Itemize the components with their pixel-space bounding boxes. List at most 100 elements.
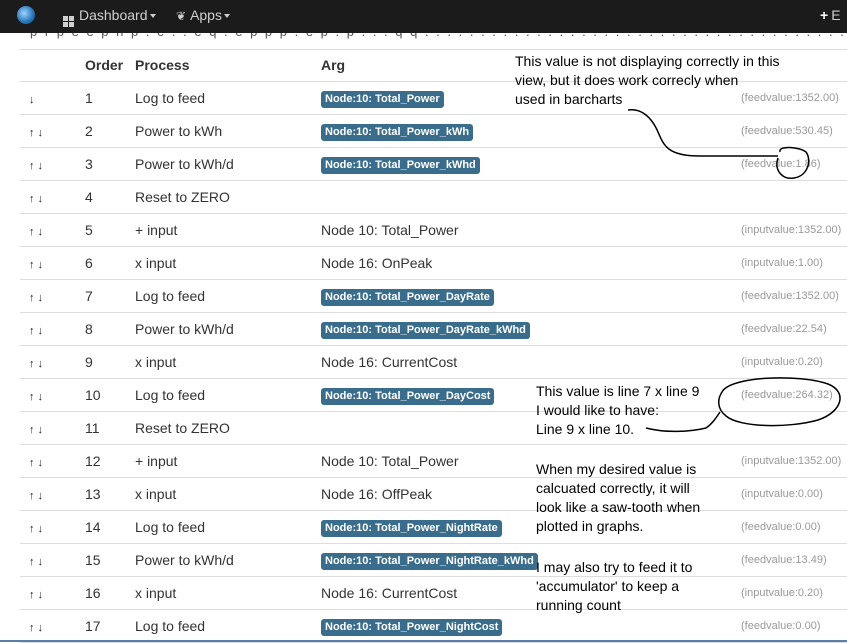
arrow-down-icon[interactable]: ↓: [38, 259, 44, 271]
feed-label[interactable]: Node:10: Total_Power_DayRate_kWhd: [321, 321, 530, 339]
arrow-down-icon[interactable]: ↓: [38, 556, 44, 568]
feed-label[interactable]: Node:10: Total_Power_kWhd: [321, 156, 480, 174]
move-controls: ↑ ↓: [20, 411, 85, 445]
arrow-up-icon[interactable]: ↑: [29, 292, 35, 304]
arrow-up-icon[interactable]: ↑: [29, 556, 35, 568]
dashboard-menu[interactable]: Dashboard: [63, 7, 156, 27]
feed-label[interactable]: Node:10: Total_Power_NightCost: [321, 618, 503, 636]
annotation-line: used in barcharts: [515, 91, 623, 107]
annotation-note-2: This value is line 7 x line 9 I would li…: [536, 382, 699, 439]
order-cell: 8: [85, 312, 135, 346]
arrow-down-icon[interactable]: ↓: [38, 193, 44, 205]
move-controls: ↑ ↓: [20, 213, 85, 247]
arrow-down-icon[interactable]: ↓: [38, 358, 44, 370]
feed-label[interactable]: Node:10: Total_Power: [321, 90, 444, 108]
arrow-up-icon[interactable]: ↑: [29, 127, 35, 139]
value-cell: (inputvalue:1.00): [741, 246, 847, 280]
value-cell: (feedvalue:22.54): [741, 312, 847, 346]
feed-label[interactable]: Node:10: Total_Power_NightRate_kWhd: [321, 552, 538, 570]
process-cell: Power to kWh/d: [135, 312, 321, 346]
arrow-up-icon[interactable]: ↑: [29, 523, 35, 535]
dashboard-menu-label: Dashboard: [79, 7, 148, 23]
arrow-up-icon[interactable]: ↑: [29, 160, 35, 172]
move-controls: ↑ ↓: [20, 543, 85, 577]
arrow-up-icon[interactable]: ↑: [29, 457, 35, 469]
arrow-up-icon[interactable]: ↑: [29, 226, 35, 238]
arrow-down-icon[interactable]: ↓: [38, 589, 44, 601]
order-cell: 2: [85, 114, 135, 148]
arg-cell: Node 16: CurrentCost: [321, 345, 741, 379]
arrow-down-icon[interactable]: ↓: [38, 424, 44, 436]
annotation-line: I would like to have:: [536, 402, 659, 418]
leaf-icon: ❦: [176, 9, 187, 23]
arrow-down-icon[interactable]: ↓: [38, 523, 44, 535]
order-cell: 4: [85, 180, 135, 214]
arrow-up-icon[interactable]: ↑: [29, 358, 35, 370]
order-cell: 6: [85, 246, 135, 280]
process-list-table: Order Process Arg ↓ 1 Log to feed Node:10: …: [20, 49, 847, 643]
arrow-up-icon[interactable]: ↑: [29, 193, 35, 205]
move-controls: ↓: [20, 81, 85, 115]
arg-cell: Node:10: Total_Power_DayRate: [321, 279, 741, 313]
feed-label[interactable]: Node:10: Total_Power_DayRate: [321, 288, 494, 306]
annotation-line: calcuated correctly, it will: [536, 480, 690, 496]
order-cell: 15: [85, 543, 135, 577]
extras-menu[interactable]: + E: [820, 7, 841, 23]
move-controls: ↑ ↓: [20, 246, 85, 280]
value-cell: (feedvalue:530.45): [741, 114, 847, 148]
arrow-up-icon[interactable]: ↑: [29, 424, 35, 436]
feed-label[interactable]: Node:10: Total_Power_DayCost: [321, 387, 495, 405]
annotation-line: Line 9 x line 10.: [536, 421, 635, 437]
arrow-down-icon[interactable]: ↓: [38, 457, 44, 469]
arrow-down-icon[interactable]: ↓: [38, 391, 44, 403]
order-cell: 17: [85, 609, 135, 643]
table-row: ↑ ↓ 16 x input Node 16: CurrentCost (inputval…: [20, 576, 847, 610]
move-controls: ↑ ↓: [20, 312, 85, 346]
header-move: [20, 49, 85, 82]
arrow-up-icon[interactable]: ↑: [29, 391, 35, 403]
arrow-up-icon[interactable]: ↑: [29, 589, 35, 601]
annotation-line: view, but it does work correcly when: [515, 72, 739, 88]
arrow-down-icon[interactable]: ↓: [38, 622, 44, 634]
table-row: ↑ ↓ 6 x input Node 16: OnPeak (inputvalue:1.0…: [20, 246, 847, 280]
order-cell: 10: [85, 378, 135, 412]
arrow-up-icon[interactable]: ↑: [29, 490, 35, 502]
table-row: ↑ ↓ 10 Log to feed Node:10: Total_Power_DayC…: [20, 378, 847, 412]
value-cell: [741, 411, 847, 445]
arrow-down-icon[interactable]: ↓: [38, 292, 44, 304]
annotation-line: look like a saw-tooth when: [536, 499, 701, 515]
arrow-up-icon[interactable]: ↑: [29, 622, 35, 634]
annotation-line: This value is not displaying correctly i…: [515, 53, 780, 69]
process-cell: x input: [135, 345, 321, 379]
move-controls: ↑ ↓: [20, 576, 85, 610]
process-cell: Power to kWh/d: [135, 147, 321, 181]
table-row: ↑ ↓ 14 Log to feed Node:10: Total_Power_Nigh…: [20, 510, 847, 544]
annotation-line: I may also try to feed it to: [536, 559, 693, 575]
feed-label[interactable]: Node:10: Total_Power_kWh: [321, 123, 474, 141]
table-row: ↑ ↓ 4 Reset to ZERO: [20, 180, 847, 214]
arrow-up-icon[interactable]: ↑: [29, 325, 35, 337]
table-row: ↑ ↓ 15 Power to kWh/d Node:10: Total_Power_N…: [20, 543, 847, 577]
arrow-down-icon[interactable]: ↓: [38, 127, 44, 139]
annotation-line: This value is line 7 x line 9: [536, 383, 700, 399]
arg-cell: [321, 180, 741, 214]
emoncms-logo-icon[interactable]: [17, 6, 35, 24]
arrow-up-icon[interactable]: ↑: [29, 259, 35, 271]
arg-cell: Node 16: OnPeak: [321, 246, 741, 280]
arrow-down-icon[interactable]: ↓: [38, 490, 44, 502]
arrow-down-icon[interactable]: ↓: [38, 325, 44, 337]
arrow-down-icon[interactable]: ↓: [29, 94, 35, 106]
order-cell: 14: [85, 510, 135, 544]
arrow-down-icon[interactable]: ↓: [38, 226, 44, 238]
feed-label[interactable]: Node:10: Total_Power_NightRate: [321, 519, 502, 537]
value-cell: (feedvalue:13.49): [741, 543, 847, 577]
value-cell: [741, 180, 847, 214]
apps-menu[interactable]: ❦ Apps: [176, 7, 230, 24]
move-controls: ↑ ↓: [20, 345, 85, 379]
annotation-line: plotted in graphs.: [536, 518, 644, 534]
move-controls: ↑ ↓: [20, 378, 85, 412]
table-row: ↑ ↓ 3 Power to kWh/d Node:10: Total_Power_kW…: [20, 147, 847, 181]
table-row: ↑ ↓ 7 Log to feed Node:10: Total_Power_DayRa…: [20, 279, 847, 313]
arrow-down-icon[interactable]: ↓: [38, 160, 44, 172]
value-cell: (feedvalue:0.00): [741, 609, 847, 643]
